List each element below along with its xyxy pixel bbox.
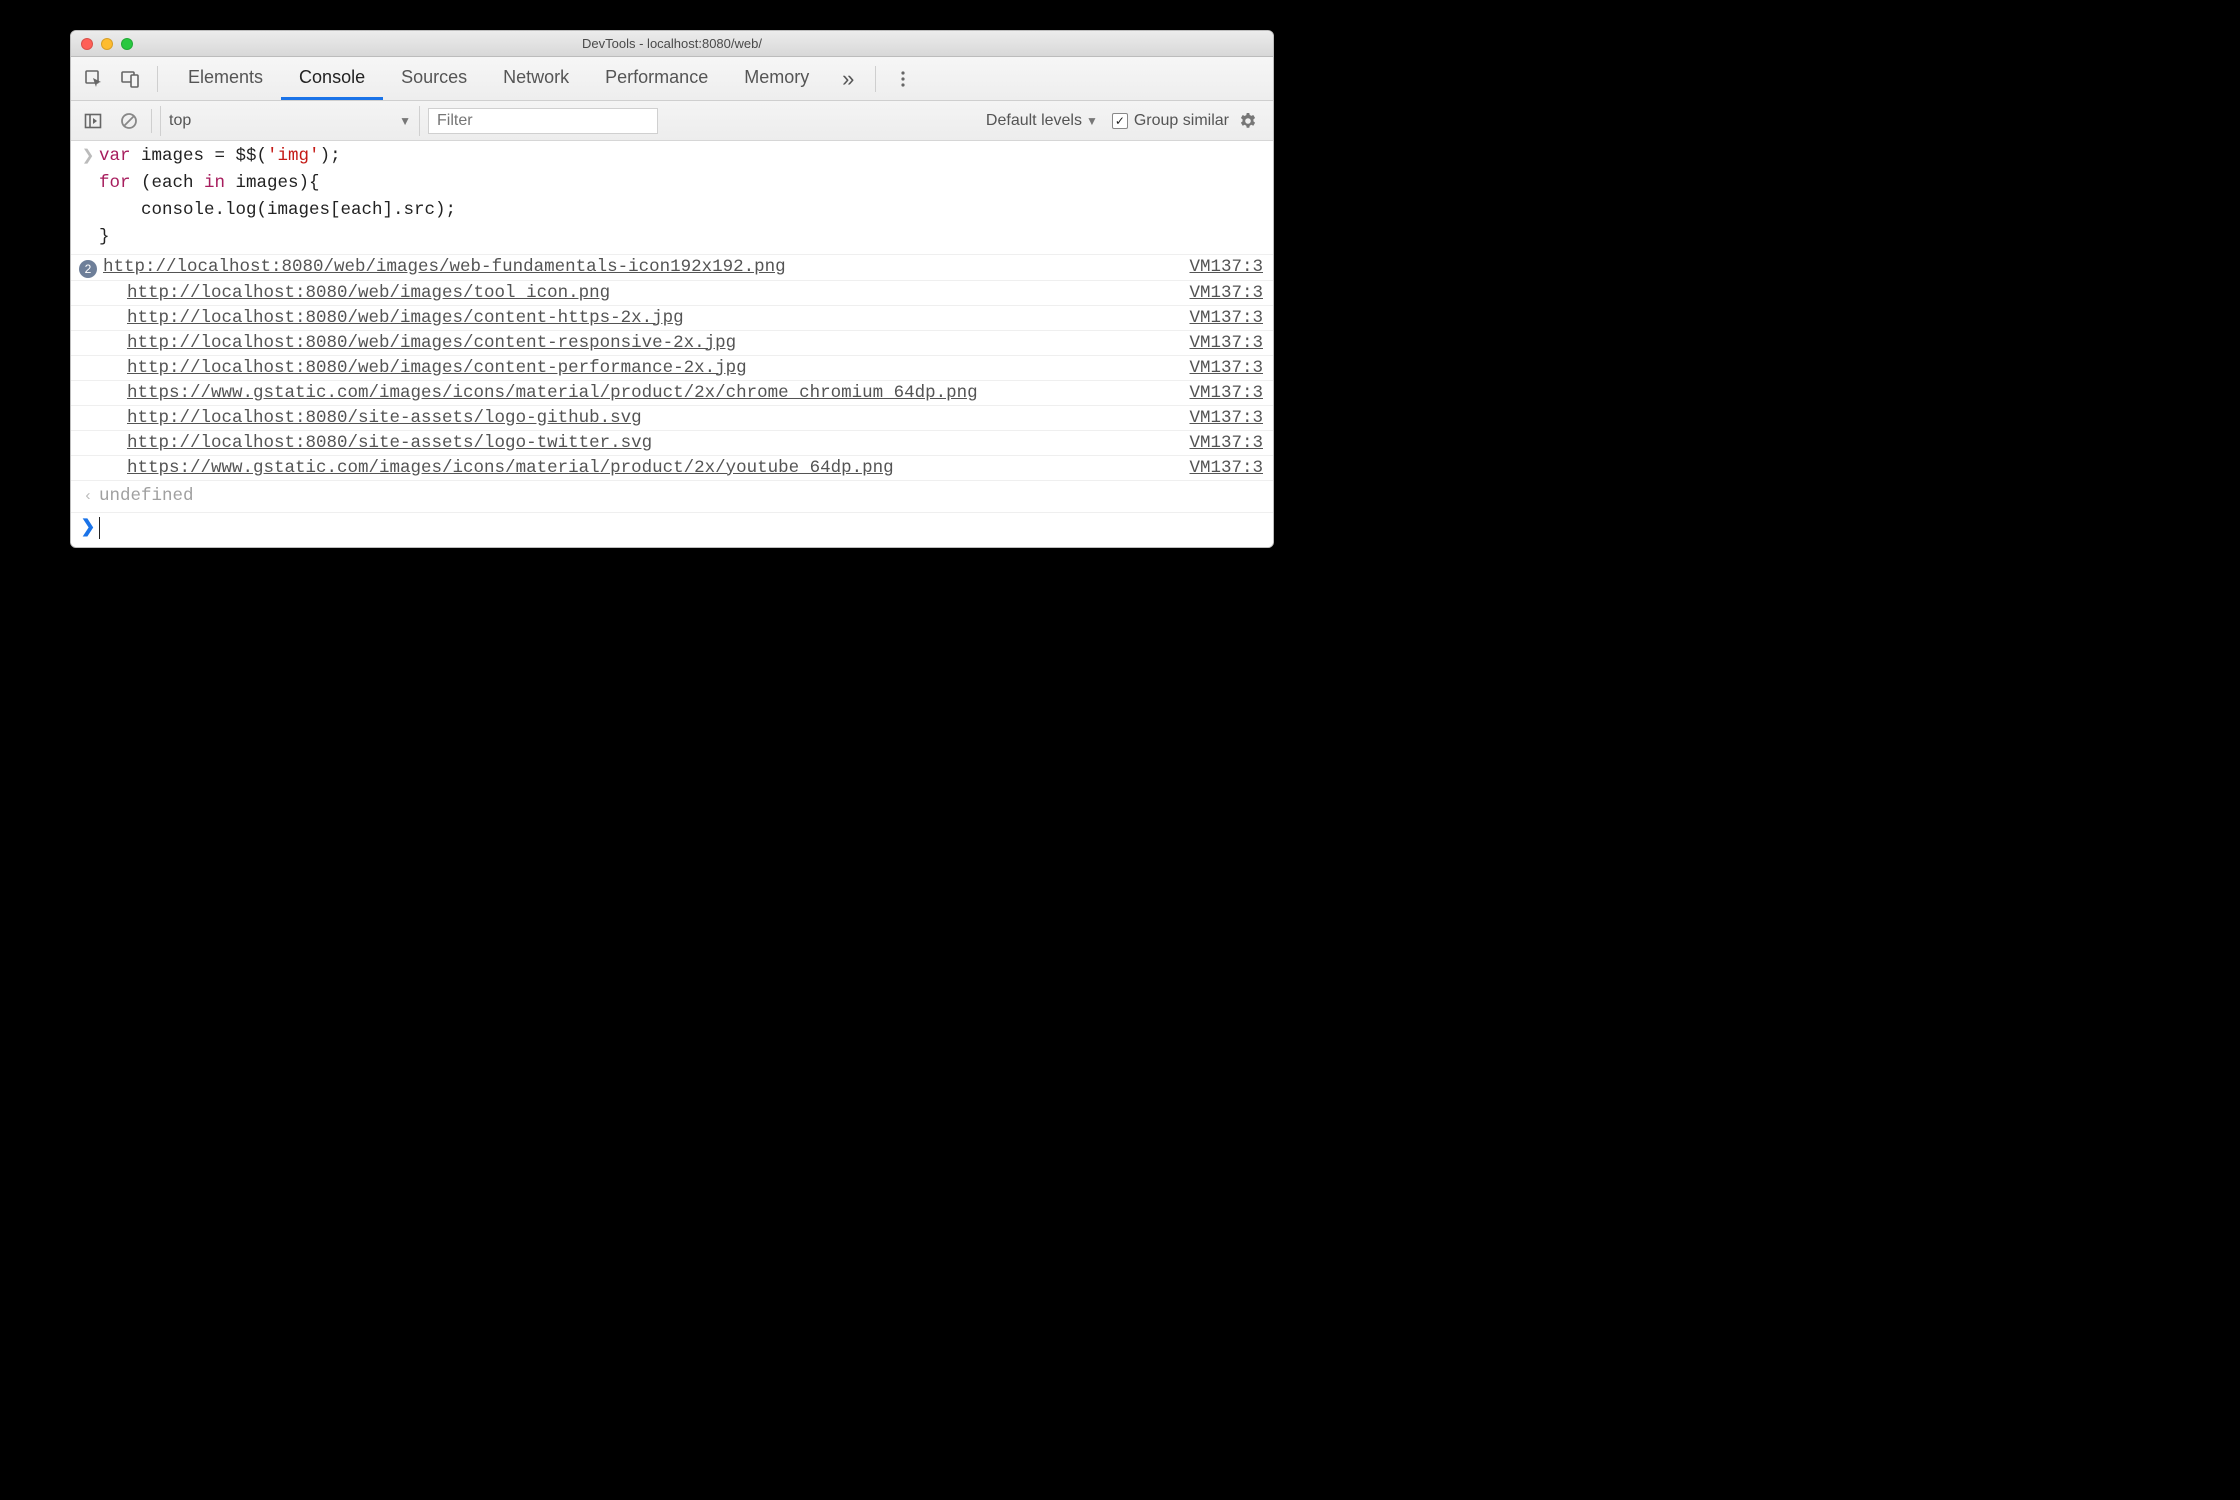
tab-console[interactable]: Console bbox=[281, 58, 383, 100]
more-tabs-icon[interactable]: » bbox=[833, 64, 863, 94]
group-similar-label: Group similar bbox=[1134, 112, 1229, 130]
log-count-col bbox=[77, 458, 99, 461]
levels-label: Default levels bbox=[986, 112, 1082, 130]
log-count-col bbox=[77, 308, 99, 311]
console-input-history: ❯ var images = $$('img'); for (each in i… bbox=[71, 141, 1273, 255]
log-count-col bbox=[77, 283, 99, 286]
log-message-link[interactable]: http://localhost:8080/site-assets/logo-g… bbox=[99, 408, 1175, 428]
console-log-row: http://localhost:8080/site-assets/logo-g… bbox=[71, 406, 1273, 431]
log-source-link[interactable]: VM137:3 bbox=[1175, 383, 1263, 403]
tab-sources[interactable]: Sources bbox=[383, 58, 485, 100]
tabs: ElementsConsoleSourcesNetworkPerformance… bbox=[170, 58, 827, 100]
log-source-link[interactable]: VM137:3 bbox=[1175, 308, 1263, 328]
log-source-link[interactable]: VM137:3 bbox=[1175, 283, 1263, 303]
log-count-col: 2 bbox=[77, 257, 99, 278]
console-log-row: http://localhost:8080/web/images/content… bbox=[71, 356, 1273, 381]
log-count-col bbox=[77, 433, 99, 436]
toggle-sidebar-icon[interactable] bbox=[79, 107, 107, 135]
console-log-row: http://localhost:8080/web/images/content… bbox=[71, 331, 1273, 356]
settings-icon[interactable] bbox=[1237, 107, 1265, 135]
log-message-link[interactable]: http://localhost:8080/web/images/tool_ic… bbox=[99, 283, 1175, 303]
separator bbox=[875, 66, 876, 92]
chevron-down-icon: ▼ bbox=[399, 114, 411, 128]
log-message-link[interactable]: http://localhost:8080/web/images/content… bbox=[99, 333, 1175, 353]
log-source-link[interactable]: VM137:3 bbox=[1175, 257, 1263, 277]
log-message-link[interactable]: http://localhost:8080/site-assets/logo-t… bbox=[99, 433, 1175, 453]
log-source-link[interactable]: VM137:3 bbox=[1175, 408, 1263, 428]
code-block: var images = $$('img'); for (each in ima… bbox=[99, 143, 456, 252]
return-arrow-icon: ‹ bbox=[77, 483, 99, 508]
console-log-row: https://www.gstatic.com/images/icons/mat… bbox=[71, 456, 1273, 481]
console-log-row: http://localhost:8080/site-assets/logo-t… bbox=[71, 431, 1273, 456]
separator bbox=[151, 109, 152, 133]
log-count-col bbox=[77, 333, 99, 336]
kebab-menu-icon[interactable] bbox=[888, 64, 918, 94]
log-count-col bbox=[77, 408, 99, 411]
console-log-row: 2http://localhost:8080/web/images/web-fu… bbox=[71, 255, 1273, 281]
inspect-element-icon[interactable] bbox=[79, 64, 109, 94]
log-message-link[interactable]: http://localhost:8080/web/images/web-fun… bbox=[99, 257, 1175, 277]
devtools-window: DevTools - localhost:8080/web/ ElementsC… bbox=[70, 30, 1274, 548]
log-count-col bbox=[77, 358, 99, 361]
console-log-row: http://localhost:8080/web/images/tool_ic… bbox=[71, 281, 1273, 306]
console-prompt[interactable]: ❯ bbox=[71, 513, 1273, 547]
titlebar: DevTools - localhost:8080/web/ bbox=[71, 31, 1273, 57]
log-message-link[interactable]: http://localhost:8080/web/images/content… bbox=[99, 308, 1175, 328]
filter-input[interactable] bbox=[428, 108, 658, 134]
log-source-link[interactable]: VM137:3 bbox=[1175, 458, 1263, 478]
console-output: ❯ var images = $$('img'); for (each in i… bbox=[71, 141, 1273, 547]
separator bbox=[157, 66, 158, 92]
log-source-link[interactable]: VM137:3 bbox=[1175, 358, 1263, 378]
log-source-link[interactable]: VM137:3 bbox=[1175, 333, 1263, 353]
return-value: undefined bbox=[99, 483, 194, 510]
tab-performance[interactable]: Performance bbox=[587, 58, 726, 100]
log-message-link[interactable]: https://www.gstatic.com/images/icons/mat… bbox=[99, 383, 1175, 403]
log-message-link[interactable]: https://www.gstatic.com/images/icons/mat… bbox=[99, 458, 1175, 478]
chevron-down-icon: ▼ bbox=[1086, 114, 1098, 128]
log-levels-selector[interactable]: Default levels ▼ bbox=[980, 112, 1104, 130]
window-title: DevTools - localhost:8080/web/ bbox=[71, 36, 1273, 51]
main-tabbar: ElementsConsoleSourcesNetworkPerformance… bbox=[71, 57, 1273, 101]
tab-network[interactable]: Network bbox=[485, 58, 587, 100]
console-log-row: http://localhost:8080/web/images/content… bbox=[71, 306, 1273, 331]
console-log-row: https://www.gstatic.com/images/icons/mat… bbox=[71, 381, 1273, 406]
tab-elements[interactable]: Elements bbox=[170, 58, 281, 100]
checkbox-icon: ✓ bbox=[1112, 113, 1128, 129]
group-similar-toggle[interactable]: ✓ Group similar bbox=[1112, 112, 1229, 130]
log-message-link[interactable]: http://localhost:8080/web/images/content… bbox=[99, 358, 1175, 378]
clear-console-icon[interactable] bbox=[115, 107, 143, 135]
context-selector[interactable]: top ▼ bbox=[160, 106, 420, 136]
return-value-row: ‹ undefined bbox=[71, 481, 1273, 513]
log-count-col bbox=[77, 383, 99, 386]
log-source-link[interactable]: VM137:3 bbox=[1175, 433, 1263, 453]
tab-memory[interactable]: Memory bbox=[726, 58, 827, 100]
input-caret-icon: ❯ bbox=[77, 143, 99, 168]
device-toolbar-icon[interactable] bbox=[115, 64, 145, 94]
repeat-count-badge: 2 bbox=[79, 260, 97, 278]
console-toolbar: top ▼ Default levels ▼ ✓ Group similar bbox=[71, 101, 1273, 141]
context-label: top bbox=[169, 112, 191, 130]
